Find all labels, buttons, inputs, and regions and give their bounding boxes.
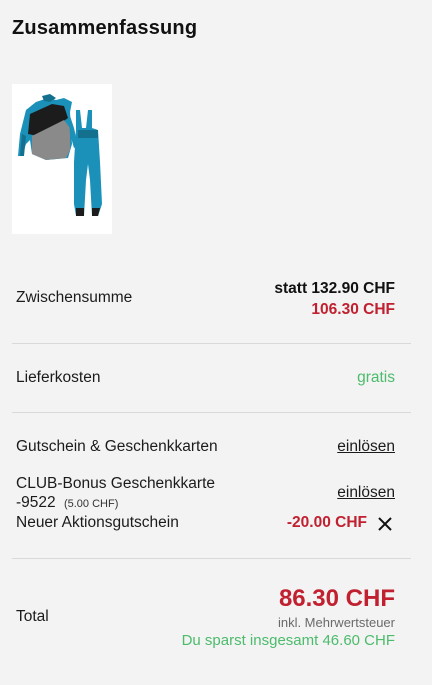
close-icon[interactable] bbox=[376, 515, 394, 533]
total-price: 86.30 CHF bbox=[278, 585, 395, 612]
total-label: Total bbox=[16, 608, 49, 625]
divider bbox=[12, 412, 411, 413]
promo-label: Neuer Aktionsgutschein bbox=[16, 514, 179, 531]
club-bonus-info: CLUB-Bonus Geschenkkarte -9522 (5.00 CHF… bbox=[16, 474, 215, 514]
ski-suit-image bbox=[18, 94, 102, 216]
vat-note: inkl. Mehrwertsteuer bbox=[277, 615, 395, 630]
total-savings: Du sparst insgesamt 46.60 CHF bbox=[181, 632, 395, 649]
subtotal-sale-price: 106.30 CHF bbox=[311, 301, 395, 318]
voucher-redeem-link[interactable]: einlösen bbox=[337, 438, 395, 456]
shipping-value: gratis bbox=[357, 369, 395, 386]
divider bbox=[12, 558, 411, 559]
subtotal-label: Zwischensumme bbox=[16, 289, 133, 306]
subtotal-original-price: statt 132.90 CHF bbox=[274, 280, 395, 297]
voucher-label: Gutschein & Geschenkkarten bbox=[16, 438, 218, 455]
shipping-label: Lieferkosten bbox=[16, 369, 101, 386]
club-bonus-redeem-link[interactable]: einlösen bbox=[337, 484, 395, 502]
club-bonus-amount: (5.00 CHF) bbox=[63, 498, 119, 510]
club-bonus-label: CLUB-Bonus Geschenkkarte bbox=[16, 475, 216, 492]
product-thumbnail[interactable] bbox=[12, 84, 112, 234]
page-title: Zusammenfassung bbox=[12, 17, 198, 39]
club-bonus-card-number: -9522 bbox=[16, 494, 56, 511]
promo-discount: -20.00 CHF bbox=[286, 514, 367, 531]
divider bbox=[12, 343, 411, 344]
